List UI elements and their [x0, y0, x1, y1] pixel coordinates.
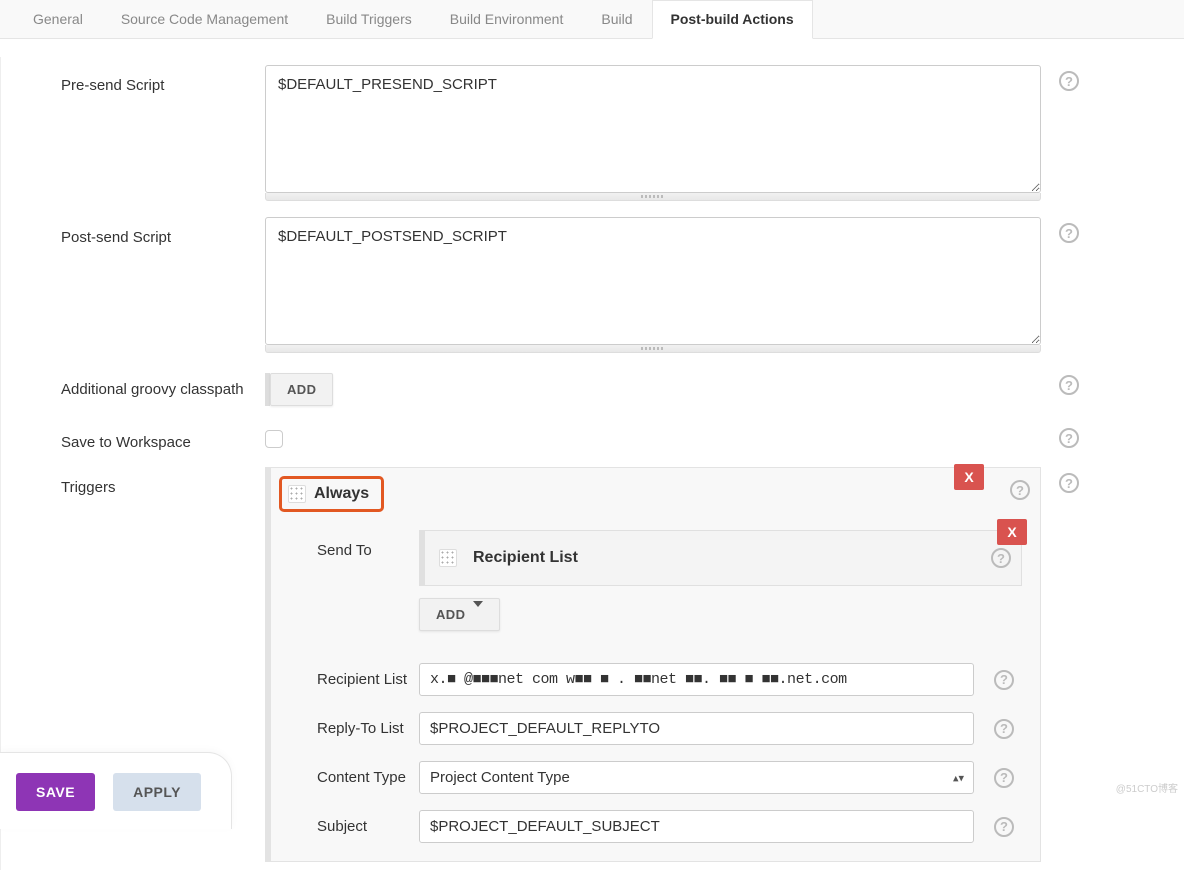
tab-build-environment[interactable]: Build Environment — [431, 0, 583, 38]
watermark: @51CTO博客 — [1116, 780, 1178, 795]
footer-actions: SAVE APPLY — [0, 752, 232, 829]
remove-recipient-button[interactable]: X — [997, 519, 1027, 545]
trigger-block-always: X ? Always Send To Recipient List X ? — [265, 467, 1041, 862]
label-send-to: Send To — [289, 530, 419, 631]
help-icon[interactable]: ? — [1059, 375, 1079, 395]
help-icon[interactable]: ? — [1059, 71, 1079, 91]
config-tabs: General Source Code Management Build Tri… — [0, 0, 1184, 39]
row-recipient-list: Recipient List ? — [271, 655, 1040, 704]
input-postsend-script[interactable]: $DEFAULT_POSTSEND_SCRIPT — [265, 217, 1041, 345]
help-icon[interactable]: ? — [994, 817, 1014, 837]
trigger-header-always[interactable]: Always — [279, 476, 384, 512]
tab-post-build-actions[interactable]: Post-build Actions — [652, 0, 813, 39]
label-save-workspace: Save to Workspace — [5, 422, 265, 451]
help-icon[interactable]: ? — [1059, 473, 1079, 493]
row-subject: Subject ? — [271, 802, 1040, 851]
post-build-form: Pre-send Script $DEFAULT_PRESEND_SCRIPT … — [0, 57, 1184, 870]
label-presend-script: Pre-send Script — [5, 65, 265, 94]
label-reply-to: Reply-To List — [289, 720, 419, 737]
tab-build[interactable]: Build — [582, 0, 651, 38]
input-reply-to[interactable] — [419, 712, 974, 745]
row-reply-to: Reply-To List ? — [271, 704, 1040, 753]
tab-scm[interactable]: Source Code Management — [102, 0, 307, 38]
sendto-recipient-list-box: Recipient List X ? — [419, 530, 1022, 586]
row-postsend-script: Post-send Script $DEFAULT_POSTSEND_SCRIP… — [5, 209, 1184, 361]
input-subject[interactable] — [419, 810, 974, 843]
row-groovy-classpath: Additional groovy classpath ADD ? — [5, 361, 1184, 414]
help-icon[interactable]: ? — [994, 719, 1014, 739]
tab-general[interactable]: General — [14, 0, 102, 38]
input-presend-script[interactable]: $DEFAULT_PRESEND_SCRIPT — [265, 65, 1041, 193]
select-content-type[interactable]: Project Content Type — [419, 761, 974, 794]
input-recipient-list[interactable] — [419, 663, 974, 696]
label-content-type: Content Type — [289, 769, 419, 786]
help-icon[interactable]: ? — [994, 670, 1014, 690]
row-presend-script: Pre-send Script $DEFAULT_PRESEND_SCRIPT … — [5, 57, 1184, 209]
label-postsend-script: Post-send Script — [5, 217, 265, 246]
help-icon[interactable]: ? — [991, 548, 1011, 568]
add-groovy-classpath-button[interactable]: ADD — [270, 373, 333, 406]
add-label: ADD — [436, 607, 465, 622]
tab-build-triggers[interactable]: Build Triggers — [307, 0, 431, 38]
row-content-type: Content Type Project Content Type ▴▾ ? — [271, 753, 1040, 802]
row-save-workspace: Save to Workspace ? — [5, 414, 1184, 459]
resize-handle[interactable] — [265, 193, 1041, 201]
drag-handle-icon[interactable] — [288, 485, 306, 503]
resize-handle[interactable] — [265, 345, 1041, 353]
trigger-title: Always — [314, 485, 369, 503]
chevron-down-icon — [473, 601, 483, 622]
label-groovy-classpath: Additional groovy classpath — [5, 369, 265, 398]
save-button[interactable]: SAVE — [16, 773, 95, 811]
checkbox-save-workspace[interactable] — [265, 430, 283, 448]
help-icon[interactable]: ? — [994, 768, 1014, 788]
add-sendto-button[interactable]: ADD — [419, 598, 500, 631]
label-subject: Subject — [289, 818, 419, 835]
remove-trigger-button[interactable]: X — [954, 464, 984, 490]
help-icon[interactable]: ? — [1059, 428, 1079, 448]
row-send-to: Send To Recipient List X ? ADD — [271, 524, 1040, 637]
drag-handle-icon[interactable] — [439, 549, 457, 567]
recipient-list-title: Recipient List — [473, 549, 578, 567]
label-recipient-list: Recipient List — [289, 671, 419, 688]
help-icon[interactable]: ? — [1010, 480, 1030, 500]
help-icon[interactable]: ? — [1059, 223, 1079, 243]
apply-button[interactable]: APPLY — [113, 773, 201, 811]
label-triggers: Triggers — [5, 467, 265, 496]
